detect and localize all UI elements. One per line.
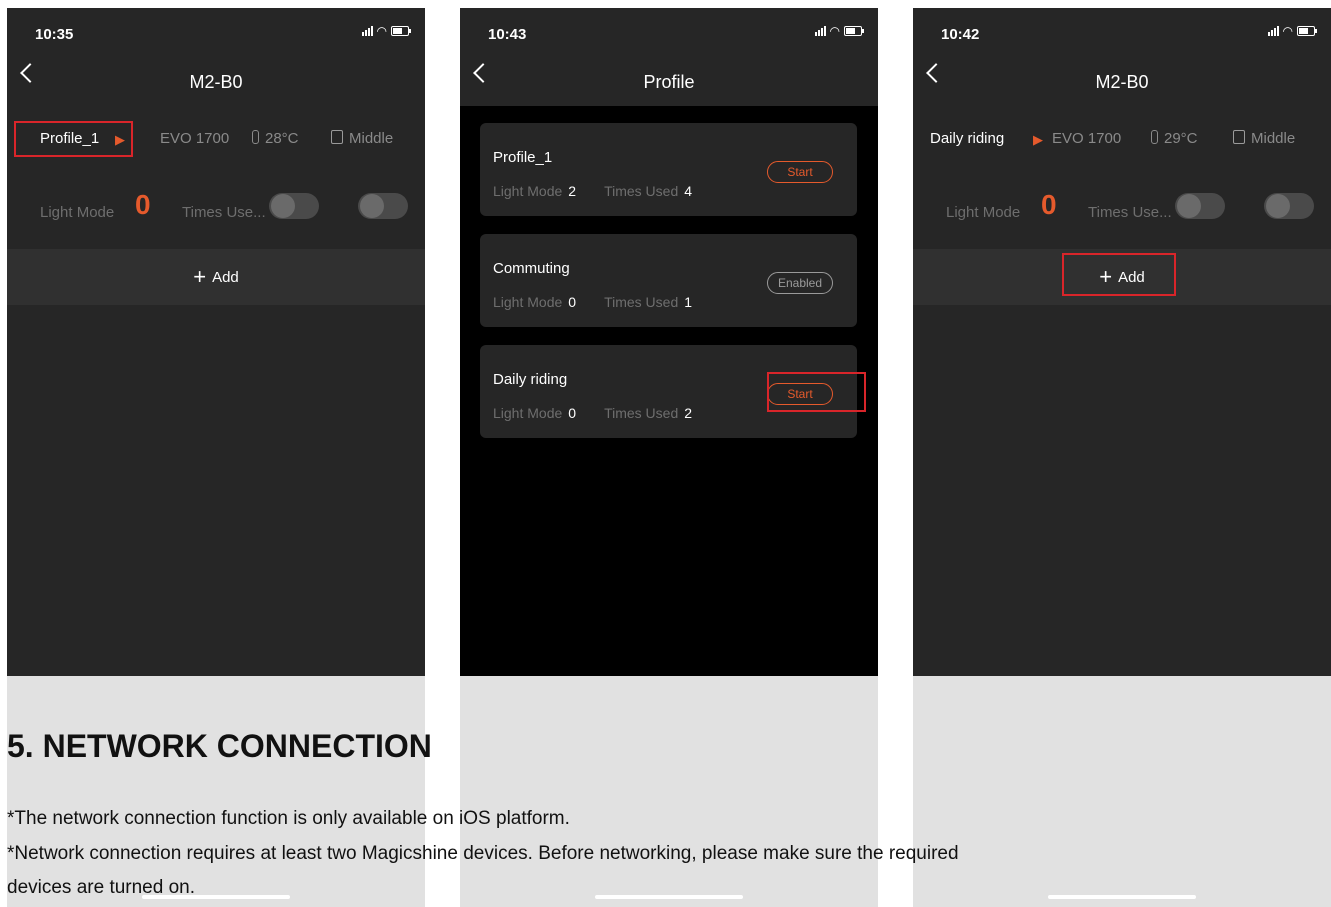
profile-card[interactable]: Commuting Light Mode 0 Times Used 1 Enabled bbox=[480, 234, 857, 327]
plus-icon: + bbox=[193, 264, 207, 289]
highlight-box bbox=[14, 121, 133, 157]
signal-icon bbox=[361, 26, 373, 36]
battery-level: Middle bbox=[1233, 130, 1295, 147]
profile-card[interactable]: Profile_1 Light Mode 2 Times Used 4 Start bbox=[480, 123, 857, 216]
model-name: EVO 1700 bbox=[1052, 130, 1122, 147]
home-indicator bbox=[1048, 895, 1196, 899]
thermometer-icon bbox=[252, 130, 259, 144]
status-icons: ◠ bbox=[814, 24, 864, 38]
model-name: EVO 1700 bbox=[160, 130, 230, 147]
lower-area bbox=[7, 676, 425, 907]
device-screen: 10:42 ◠ M2-B0 Daily riding ▶ EVO 1700 29… bbox=[913, 8, 1331, 676]
status-icons: ◠ bbox=[361, 24, 411, 38]
profile-stats: Light Mode 0 Times Used 2 bbox=[493, 405, 693, 421]
profile-name: Daily riding bbox=[493, 371, 568, 388]
light-mode-value: 0 bbox=[135, 189, 151, 220]
battery-level: Middle bbox=[331, 130, 393, 147]
enabled-badge: Enabled bbox=[767, 272, 833, 294]
note-line: *Network connection requires at least tw… bbox=[7, 843, 959, 864]
profile-stats: Light Mode 2 Times Used 4 bbox=[493, 183, 693, 199]
note-line: *The network connection function is only… bbox=[7, 808, 570, 829]
highlight-box bbox=[1062, 253, 1176, 296]
signal-icon bbox=[814, 26, 826, 36]
phone-screen-1: 10:35 ◠ M2-B0 Profile_1 ▶ EVO 1700 28°C … bbox=[7, 8, 425, 907]
signal-icon bbox=[1267, 26, 1279, 36]
play-arrow-icon[interactable]: ▶ bbox=[1033, 132, 1043, 148]
light-toggle[interactable] bbox=[358, 193, 408, 219]
add-button[interactable]: + Add bbox=[7, 249, 425, 305]
status-time: 10:42 bbox=[941, 26, 980, 43]
profile-name: Commuting bbox=[493, 260, 570, 277]
highlight-box bbox=[767, 372, 866, 412]
page-title: M2-B0 bbox=[189, 72, 243, 92]
home-indicator bbox=[595, 895, 743, 899]
light-mode-label: Light Mode bbox=[946, 204, 1021, 221]
phone-screen-2: 10:43 ◠ Profile Profile_1 Light Mode 2 Tim… bbox=[460, 8, 878, 907]
section-heading: 5. NETWORK CONNECTION bbox=[7, 728, 432, 764]
light-toggle[interactable] bbox=[1264, 193, 1314, 219]
page-title: Profile bbox=[643, 72, 695, 92]
thermometer-icon bbox=[1151, 130, 1158, 144]
times-used-label: Times Use... bbox=[1088, 204, 1172, 221]
light-mode-label: Light Mode bbox=[40, 204, 115, 221]
times-used-toggle[interactable] bbox=[1175, 193, 1225, 219]
add-label: Add bbox=[212, 268, 239, 286]
phone-screen-3: 10:42 ◠ M2-B0 Daily riding ▶ EVO 1700 29… bbox=[913, 8, 1331, 907]
lower-area bbox=[460, 676, 878, 907]
status-time: 10:43 bbox=[488, 26, 527, 43]
lower-area bbox=[913, 676, 1331, 907]
battery-icon bbox=[844, 26, 864, 36]
light-mode-value: 0 bbox=[1041, 189, 1057, 220]
wifi-icon: ◠ bbox=[376, 24, 387, 38]
profile-name: Profile_1 bbox=[493, 149, 553, 166]
mode-row: Light Mode 0 Times Use... bbox=[23, 189, 409, 233]
note-line: devices are turned on. bbox=[7, 877, 196, 898]
status-icons: ◠ bbox=[1267, 24, 1317, 38]
temperature: 29°C bbox=[1151, 130, 1198, 147]
lock-icon bbox=[331, 130, 343, 144]
times-used-toggle[interactable] bbox=[269, 193, 319, 219]
page-title: M2-B0 bbox=[1095, 72, 1149, 92]
device-info-row: Daily riding ▶ EVO 1700 29°C Middle bbox=[929, 130, 1315, 152]
profile-name[interactable]: Daily riding bbox=[930, 130, 1004, 147]
device-screen: 10:35 ◠ M2-B0 Profile_1 ▶ EVO 1700 28°C … bbox=[7, 8, 425, 676]
battery-icon bbox=[391, 26, 411, 36]
battery-icon bbox=[1297, 26, 1317, 36]
start-button[interactable]: Start bbox=[767, 161, 833, 183]
wifi-icon: ◠ bbox=[829, 24, 840, 38]
device-screen: 10:43 ◠ Profile Profile_1 Light Mode 2 Tim… bbox=[460, 8, 878, 676]
status-time: 10:35 bbox=[35, 26, 74, 43]
lock-icon bbox=[1233, 130, 1245, 144]
times-used-label: Times Use... bbox=[182, 204, 266, 221]
wifi-icon: ◠ bbox=[1282, 24, 1293, 38]
profile-stats: Light Mode 0 Times Used 1 bbox=[493, 294, 693, 310]
temperature: 28°C bbox=[252, 130, 299, 147]
mode-row: Light Mode 0 Times Use... bbox=[929, 189, 1315, 233]
